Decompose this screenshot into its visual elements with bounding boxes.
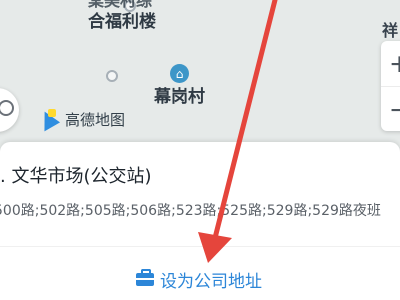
zoom-out-button[interactable]: − — [381, 86, 400, 131]
map-dot — [106, 70, 118, 82]
map-brand: 高德地图 — [37, 108, 125, 130]
route-item: 525路; — [221, 203, 267, 219]
route-item: 523路; — [175, 203, 222, 219]
brand-label: 高德地图 — [65, 110, 126, 129]
route-item: 506路; — [130, 203, 176, 219]
map-label-top: 合福利楼 — [88, 12, 156, 32]
map-area[interactable]: 棠美村综 合福利楼 祥 ⌂ 幕岗村 + − 高德地图 — [0, 0, 400, 160]
zoom-controls: + − — [381, 41, 400, 131]
set-company-address-button[interactable]: 设为公司地址 — [136, 267, 262, 292]
building-icon[interactable]: ⌂ — [170, 64, 189, 83]
set-company-address-label: 设为公司地址 — [160, 272, 262, 292]
route-item: 505路; — [84, 203, 131, 219]
divider — [0, 246, 400, 247]
route-list: 500路;502路;505路;506路;523路;525路;529路;529路夜… — [0, 200, 400, 222]
briefcase-icon — [136, 269, 154, 286]
route-item: 529路; — [266, 203, 313, 219]
place-title: . 文华市场(公交站) — [0, 166, 152, 187]
map-label-village: 幕岗村 — [154, 87, 205, 107]
locate-icon — [0, 100, 14, 116]
route-item: 529路夜班 — [312, 203, 381, 219]
zoom-in-button[interactable]: + — [381, 41, 400, 86]
locate-button[interactable] — [0, 88, 19, 132]
map-label-right: 祥 — [382, 21, 399, 40]
route-item: 500路; — [0, 203, 40, 219]
route-item: 502路; — [39, 203, 85, 219]
amap-logo-icon — [37, 108, 59, 130]
